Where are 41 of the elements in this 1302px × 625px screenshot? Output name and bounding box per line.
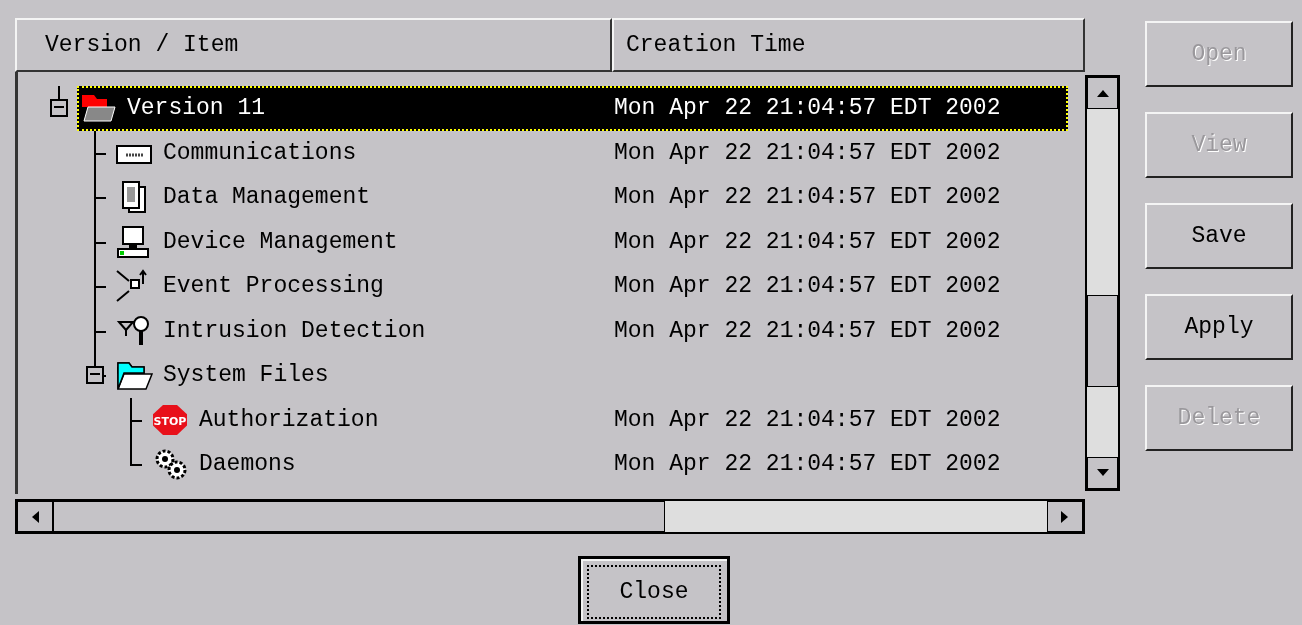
scroll-down-icon[interactable] — [1095, 468, 1110, 478]
tree-row[interactable]: System Files — [113, 353, 1085, 398]
item-label: Daemons — [199, 451, 296, 478]
tree-row[interactable]: Daemons Mon Apr 22 21:04:57 EDT 2002 — [149, 442, 1085, 487]
creation-time: Mon Apr 22 21:04:57 EDT 2002 — [614, 95, 1001, 122]
item-label: Authorization — [199, 406, 379, 433]
scroll-right-icon[interactable] — [1060, 509, 1070, 524]
creation-time: Mon Apr 22 21:04:57 EDT 2002 — [614, 139, 1001, 166]
item-label: Data Management — [163, 184, 371, 211]
tree-row[interactable]: Intrusion Detection Mon Apr 22 21:04:57 EDT 2002 — [113, 308, 1085, 353]
creation-time: Mon Apr 22 21:04:57 EDT 2002 — [614, 228, 1001, 255]
item-label: Device Management — [163, 228, 398, 255]
scroll-up-icon[interactable] — [1095, 88, 1110, 98]
tree-row[interactable]: Version 11 Mon Apr 22 21:04:57 EDT 2002 — [77, 86, 1068, 131]
tree-toggle[interactable] — [86, 366, 104, 385]
scrollbar-thumb[interactable] — [1087, 295, 1118, 388]
item-label: Intrusion Detection — [163, 317, 426, 344]
column-header[interactable]: Creation Time — [612, 18, 1085, 72]
tree-row[interactable]: Event Processing Mon Apr 22 21:04:57 EDT 2002 — [113, 264, 1085, 309]
action-button[interactable]: Save — [1145, 203, 1293, 269]
creation-time: Mon Apr 22 21:04:57 EDT 2002 — [614, 184, 1001, 211]
item-label: Communications — [163, 139, 357, 166]
item-label: Version 11 — [127, 95, 266, 122]
horizontal-scrollbar[interactable] — [15, 499, 1085, 534]
tree-row[interactable]: Device Management Mon Apr 22 21:04:57 EDT 2002 — [113, 219, 1085, 264]
tree-toggle[interactable] — [50, 99, 68, 118]
action-button[interactable]: Apply — [1145, 294, 1293, 360]
creation-time: Mon Apr 22 21:04:57 EDT 2002 — [614, 406, 1001, 433]
close-button[interactable]: Close — [578, 556, 730, 624]
creation-time: Mon Apr 22 21:04:57 EDT 2002 — [614, 451, 1001, 478]
creation-time: Mon Apr 22 21:04:57 EDT 2002 — [614, 273, 1001, 300]
scroll-left-icon[interactable] — [30, 509, 40, 524]
item-label: Event Processing — [163, 273, 384, 300]
item-label: System Files — [163, 362, 329, 389]
creation-time: Mon Apr 22 21:04:57 EDT 2002 — [614, 317, 1001, 344]
tree-row[interactable]: Communications Mon Apr 22 21:04:57 EDT 2002 — [113, 130, 1085, 175]
scrollbar-thumb[interactable] — [53, 501, 665, 532]
tree-row[interactable]: Data Management Mon Apr 22 21:04:57 EDT 2002 — [113, 175, 1085, 220]
vertical-scrollbar[interactable] — [1085, 75, 1120, 491]
tree-row[interactable]: STOP Authorization Mon Apr 22 21:04:57 EDT 2002 — [149, 397, 1085, 442]
column-header[interactable]: Version / Item — [15, 18, 612, 72]
